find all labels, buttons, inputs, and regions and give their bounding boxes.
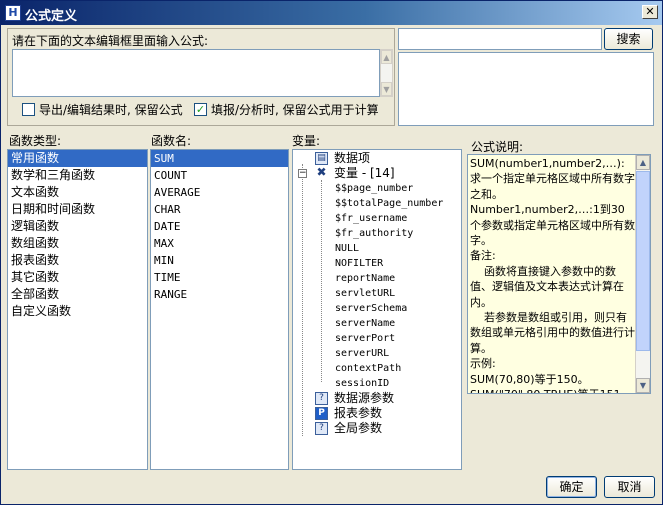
search-input[interactable]	[398, 28, 602, 50]
title-bar: H 公式定义 ✕	[1, 1, 662, 25]
description-text: SUM(number1,number2,…): 求一个指定单元格区域中所有数字之…	[470, 157, 635, 393]
function-types-list[interactable]: 常用函数 数学和三角函数 文本函数 日期和时间函数 逻辑函数 数组函数 报表函数…	[7, 149, 148, 470]
list-item[interactable]: AVERAGE	[151, 184, 288, 201]
global-parameter-icon: ?	[315, 422, 328, 435]
tree-leaf-variable[interactable]: $$totalPage_number	[293, 196, 461, 211]
scroll-up-icon[interactable]: ▲	[636, 155, 650, 170]
fill-keep-formula-label: 填报/分析时, 保留公式用于计算	[211, 103, 379, 117]
function-types-label: 函数类型:	[9, 134, 62, 148]
tree-node-global-params[interactable]: ? 全局参数	[293, 421, 461, 436]
ok-button[interactable]: 确定	[546, 476, 597, 498]
list-item[interactable]: 文本函数	[8, 184, 147, 201]
list-item[interactable]: 其它函数	[8, 269, 147, 286]
tree-leaf-variable[interactable]: serverSchema	[293, 301, 461, 316]
formula-scrollbar[interactable]: ▲ ▼	[380, 49, 393, 97]
tree-leaf-variable[interactable]: sessionID	[293, 376, 461, 391]
list-item[interactable]: 数学和三角函数	[8, 167, 147, 184]
export-keep-formula-label: 导出/编辑结果时, 保留公式	[39, 103, 183, 117]
list-item[interactable]: SUM	[151, 150, 288, 167]
tree-node-data-items[interactable]: ▤ 数据项	[293, 151, 461, 166]
variables-label: 变量:	[292, 134, 321, 148]
list-item[interactable]: MAX	[151, 235, 288, 252]
list-item[interactable]: 常用函数	[8, 150, 147, 167]
app-icon: H	[5, 5, 21, 21]
scroll-down-icon[interactable]: ▼	[381, 82, 392, 96]
tree-leaf-variable[interactable]: $$page_number	[293, 181, 461, 196]
tree-leaf-variable[interactable]: NULL	[293, 241, 461, 256]
list-item[interactable]: RANGE	[151, 286, 288, 303]
tree-leaf-variable[interactable]: servletURL	[293, 286, 461, 301]
close-icon[interactable]: ✕	[642, 5, 658, 19]
formula-editor-panel: 请在下面的文本编辑框里面输入公式: ▲ ▼ 导出/编辑结果时, 保留公式 ✓ 填…	[7, 28, 395, 126]
list-item[interactable]: 数组函数	[8, 235, 147, 252]
list-item[interactable]: 逻辑函数	[8, 218, 147, 235]
function-names-label: 函数名:	[151, 134, 192, 148]
tree-node-report-params[interactable]: P 报表参数	[293, 406, 461, 421]
scroll-down-icon[interactable]: ▼	[636, 378, 650, 393]
window-title: 公式定义	[25, 9, 78, 24]
parameter-icon: ?	[315, 392, 328, 405]
list-item[interactable]: 日期和时间函数	[8, 201, 147, 218]
fill-keep-formula-checkbox[interactable]: ✓	[194, 103, 207, 116]
cancel-button[interactable]: 取消	[604, 476, 655, 498]
tree-node-datasource-params[interactable]: ? 数据源参数	[293, 391, 461, 406]
report-parameter-icon: P	[315, 407, 328, 420]
list-item[interactable]: MIN	[151, 252, 288, 269]
list-item[interactable]: DATE	[151, 218, 288, 235]
tree-leaf-variable[interactable]: serverPort	[293, 331, 461, 346]
scroll-thumb[interactable]	[636, 171, 650, 351]
tree-node-variables[interactable]: − ✖ 变量 - [14]	[293, 166, 461, 181]
list-item[interactable]: 全部函数	[8, 286, 147, 303]
variable-icon: ✖	[316, 165, 327, 179]
formula-definition-dialog: H 公式定义 ✕ 请在下面的文本编辑框里面输入公式: ▲ ▼ 导出/编辑结果时,…	[0, 0, 663, 505]
search-button[interactable]: 搜索	[604, 28, 653, 50]
export-keep-formula-option[interactable]: 导出/编辑结果时, 保留公式	[22, 101, 183, 118]
description-panel: SUM(number1,number2,…): 求一个指定单元格区域中所有数字之…	[467, 154, 651, 394]
scroll-up-icon[interactable]: ▲	[381, 50, 392, 64]
formula-prompt: 请在下面的文本编辑框里面输入公式:	[12, 34, 209, 48]
tree-leaf-variable[interactable]: $fr_authority	[293, 226, 461, 241]
collapse-icon[interactable]: −	[298, 169, 307, 178]
export-keep-formula-checkbox[interactable]	[22, 103, 35, 116]
tree-leaf-variable[interactable]: $fr_username	[293, 211, 461, 226]
table-icon: ▤	[315, 152, 328, 165]
list-item[interactable]: TIME	[151, 269, 288, 286]
formula-textarea[interactable]	[12, 49, 380, 97]
tree-leaf-variable[interactable]: serverURL	[293, 346, 461, 361]
tree-leaf-variable[interactable]: serverName	[293, 316, 461, 331]
list-item[interactable]: 报表函数	[8, 252, 147, 269]
description-scrollbar[interactable]: ▲ ▼	[635, 155, 650, 393]
list-item[interactable]: CHAR	[151, 201, 288, 218]
function-names-list[interactable]: SUM COUNT AVERAGE CHAR DATE MAX MIN TIME…	[150, 149, 289, 470]
description-label: 公式说明:	[471, 140, 524, 154]
fill-keep-formula-option[interactable]: ✓ 填报/分析时, 保留公式用于计算	[194, 101, 379, 118]
search-results-list[interactable]	[398, 52, 654, 126]
list-item[interactable]: 自定义函数	[8, 303, 147, 320]
tree-leaf-variable[interactable]: contextPath	[293, 361, 461, 376]
list-item[interactable]: COUNT	[151, 167, 288, 184]
tree-leaf-variable[interactable]: NOFILTER	[293, 256, 461, 271]
tree-leaf-variable[interactable]: reportName	[293, 271, 461, 286]
variables-tree[interactable]: ▤ 数据项 − ✖ 变量 - [14] $$page_number $$tota…	[292, 149, 462, 470]
